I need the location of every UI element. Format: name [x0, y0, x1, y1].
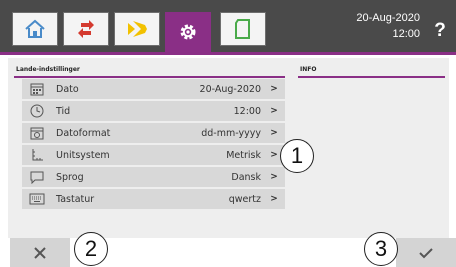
setting-row-date[interactable]: Dato 20-Aug-2020 > — [22, 79, 285, 99]
swap-arrows-icon — [78, 20, 94, 38]
chevron-right-icon: > — [270, 150, 278, 160]
calendar-icon — [30, 83, 44, 96]
setting-label: Dato — [56, 83, 79, 95]
setting-value: dd-mm-yyyy — [201, 127, 261, 139]
gear-icon — [180, 24, 196, 40]
tab-settings[interactable] — [165, 12, 211, 52]
clock-icon — [30, 104, 44, 118]
setting-label: Sprog — [56, 171, 84, 183]
section-title-country-settings: Lande-indstillinger — [14, 64, 285, 78]
time-text: 12:00 — [392, 28, 420, 40]
setting-row-unit-system[interactable]: Unitsystem Metrisk > — [22, 145, 285, 165]
setting-value: Dansk — [231, 171, 261, 183]
keyboard-icon — [29, 193, 45, 205]
help-button[interactable]: ? — [430, 20, 450, 42]
section-title-info: INFO — [298, 64, 445, 78]
setting-row-date-format[interactable]: Datoformat dd-mm-yyyy > — [22, 123, 285, 143]
tab-swap[interactable] — [63, 12, 109, 46]
settings-list: Dato 20-Aug-2020 > Tid 12:00 > Datoforma… — [22, 79, 285, 211]
tab-home[interactable] — [12, 12, 58, 46]
setting-value: qwertz — [228, 193, 261, 205]
light-icon — [128, 21, 147, 37]
callout-2: 2 — [74, 232, 108, 266]
card-icon — [235, 19, 250, 39]
setting-label: Unitsystem — [56, 149, 110, 161]
setting-row-language[interactable]: Sprog Dansk > — [22, 167, 285, 187]
unit-system-icon — [32, 149, 43, 161]
chevron-right-icon: > — [270, 106, 278, 116]
date-format-icon — [30, 127, 44, 140]
setting-value: 12:00 — [233, 105, 261, 117]
chevron-right-icon: > — [270, 128, 278, 138]
chevron-right-icon: > — [270, 84, 278, 94]
speech-bubble-icon — [30, 171, 44, 184]
home-icon — [25, 19, 45, 38]
cancel-button[interactable] — [10, 238, 70, 267]
settings-screen: 20-Aug-2020 12:00 ? Lande-indstillinger … — [0, 0, 456, 267]
confirm-button[interactable] — [396, 238, 456, 267]
setting-label: Tid — [56, 105, 71, 117]
setting-label: Datoformat — [56, 127, 111, 139]
setting-row-keyboard[interactable]: Tastatur qwertz > — [22, 189, 285, 209]
setting-row-time[interactable]: Tid 12:00 > — [22, 101, 285, 121]
callout-3: 3 — [364, 232, 398, 266]
tab-card[interactable] — [220, 12, 266, 46]
callout-1: 1 — [280, 139, 314, 173]
setting-label: Tastatur — [56, 193, 95, 205]
datetime-display: 20-Aug-2020 12:00 — [300, 10, 420, 42]
content-area: Lande-indstillinger INFO Dato 20-Aug-202… — [8, 58, 449, 238]
accent-line — [0, 52, 456, 55]
top-bar: 20-Aug-2020 12:00 ? — [0, 0, 456, 52]
close-icon — [34, 246, 46, 259]
chevron-right-icon: > — [270, 172, 278, 182]
setting-value: 20-Aug-2020 — [199, 83, 261, 95]
check-icon — [419, 247, 433, 258]
setting-value: Metrisk — [226, 149, 261, 161]
chevron-right-icon: > — [270, 194, 278, 204]
tab-light[interactable] — [114, 12, 160, 46]
date-text: 20-Aug-2020 — [356, 12, 420, 24]
